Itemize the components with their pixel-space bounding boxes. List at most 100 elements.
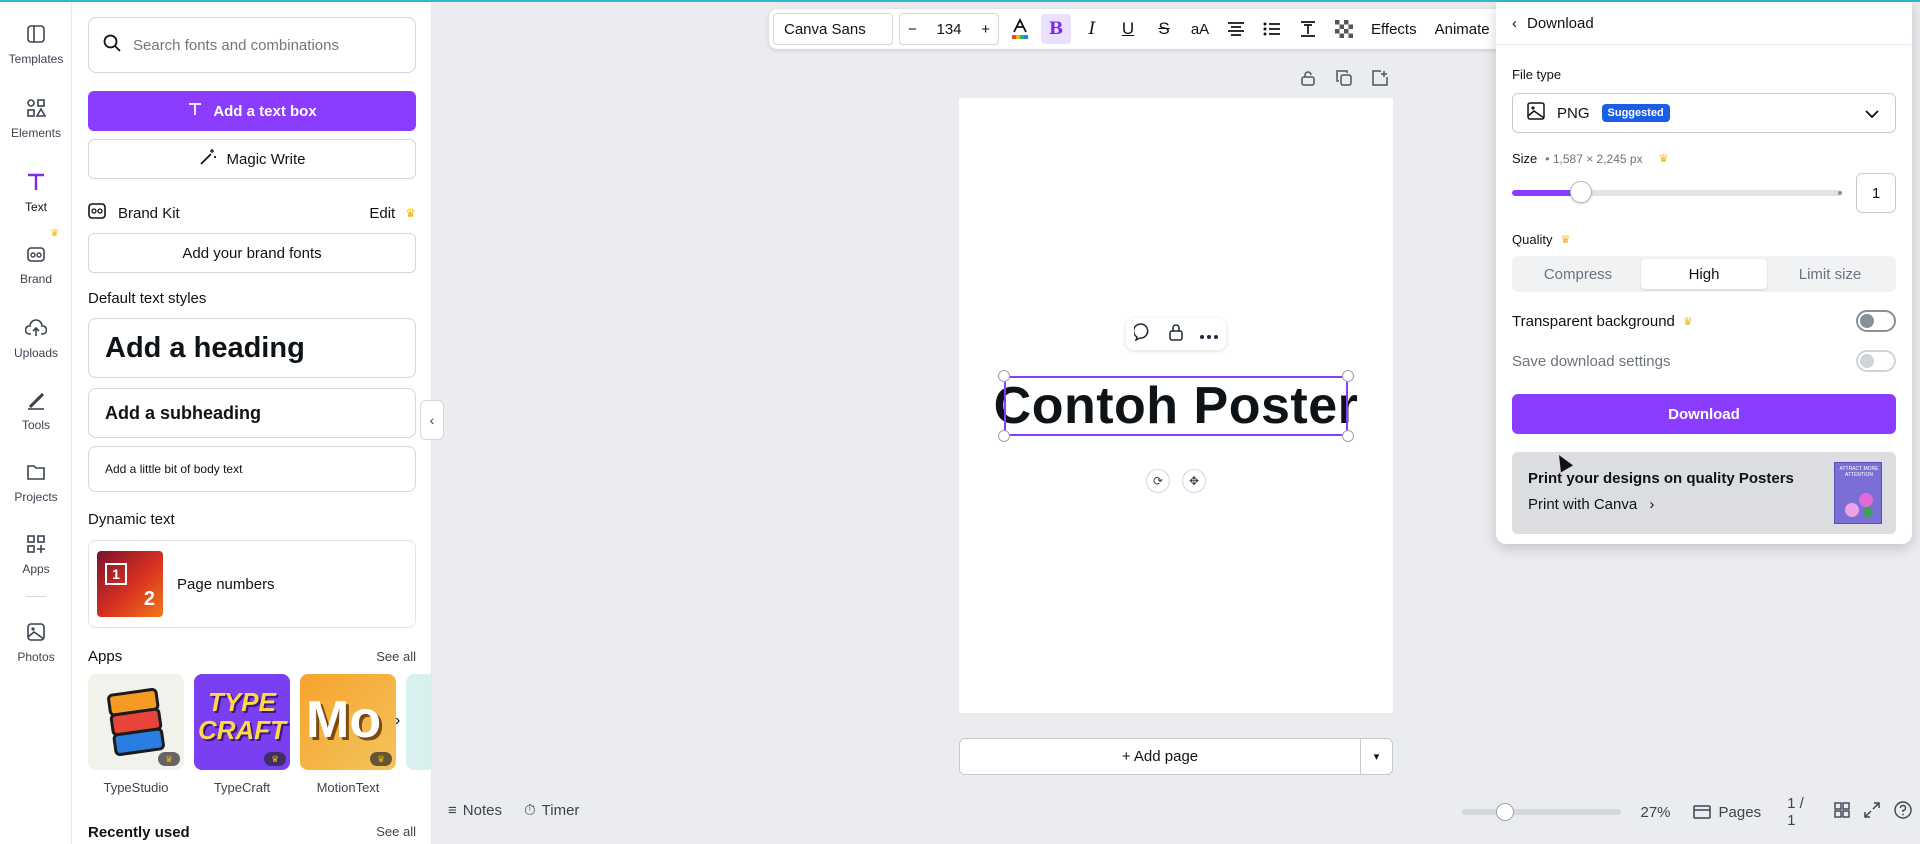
notes-icon: ≡ [448, 802, 457, 819]
notes-button[interactable]: ≡ Notes [448, 802, 502, 819]
timer-button[interactable]: ⏱ Timer [524, 802, 579, 819]
add-heading-button[interactable]: Add a heading [88, 318, 416, 378]
strikethrough-button[interactable]: S [1149, 14, 1179, 44]
more-options-icon[interactable] [1200, 326, 1218, 343]
brand-icon [24, 242, 48, 266]
rail-item-tools[interactable]: Tools [0, 388, 72, 452]
rail-item-projects[interactable]: Projects [0, 460, 72, 524]
resize-handle[interactable] [998, 430, 1010, 442]
chevron-left-icon: ‹ [429, 412, 435, 428]
quality-option-compress[interactable]: Compress [1515, 259, 1641, 289]
decrease-size-button[interactable]: − [908, 21, 917, 38]
rail-item-apps[interactable]: Apps [0, 532, 72, 596]
brand-kit-edit-link[interactable]: Edit [369, 205, 395, 222]
app-tile-typecraft[interactable]: TYPE CRAFT ♛ [194, 674, 290, 770]
italic-icon: I [1088, 19, 1096, 39]
underline-button[interactable]: U [1113, 14, 1143, 44]
text-color-icon [1012, 18, 1028, 39]
size-slider[interactable] [1512, 181, 1842, 203]
duplicate-page-icon[interactable] [1336, 70, 1352, 90]
rail-item-brand[interactable]: Brand [0, 242, 72, 306]
rail-item-elements[interactable]: Elements [0, 96, 72, 160]
add-page-button[interactable]: + Add page [959, 738, 1361, 775]
animate-button[interactable]: Animate [1429, 21, 1496, 38]
zoom-value[interactable]: 27% [1641, 804, 1671, 821]
add-subheading-button[interactable]: Add a subheading [88, 388, 416, 438]
search-input[interactable] [133, 36, 383, 54]
app-tile-motiontext[interactable]: Mo ♛ [300, 674, 396, 770]
chevron-down-icon: ▾ [1373, 751, 1380, 763]
add-brand-fonts-button[interactable]: Add your brand fonts [88, 233, 416, 273]
spacing-button[interactable] [1293, 14, 1323, 44]
text-panel: Add a text box Magic Write Brand Kit Edi… [72, 2, 432, 844]
left-rail: Templates Elements Text Brand ♛ Uploads … [0, 2, 72, 844]
text-color-button[interactable] [1005, 14, 1035, 44]
size-slider-thumb[interactable] [1570, 181, 1592, 203]
magic-write-button[interactable]: Magic Write [88, 139, 416, 179]
font-size-value[interactable]: 134 [936, 21, 961, 38]
dynamic-text-title: Dynamic text [88, 511, 175, 528]
resize-handle[interactable] [1342, 430, 1354, 442]
print-with-canva-link[interactable]: Print with Canva › [1528, 496, 1654, 513]
page-numbers-card[interactable]: 1 2 Page numbers [88, 540, 416, 628]
effects-button[interactable]: Effects [1365, 21, 1423, 38]
quality-option-high[interactable]: High [1641, 259, 1767, 289]
flower-shape [1859, 493, 1873, 507]
italic-button[interactable]: I [1077, 14, 1107, 44]
pages-label: Pages [1718, 803, 1762, 821]
size-input[interactable]: 1 [1856, 173, 1896, 213]
rail-item-text[interactable]: Text [0, 170, 72, 234]
recently-see-all-link[interactable]: See all [376, 824, 416, 841]
letter-case-button[interactable]: aA [1185, 14, 1215, 44]
rotate-handle[interactable]: ⟳ [1146, 469, 1170, 493]
add-body-text-button[interactable]: Add a little bit of body text [88, 446, 416, 492]
resize-handle[interactable] [998, 370, 1010, 382]
page-actions [1300, 70, 1388, 90]
grid-view-icon[interactable] [1834, 802, 1850, 822]
crown-icon: ♛ [264, 752, 286, 766]
add-text-box-button[interactable]: Add a text box [88, 91, 416, 131]
resize-handle[interactable] [1342, 370, 1354, 382]
collapse-panel-button[interactable]: ‹ [420, 400, 444, 440]
chevron-right-icon[interactable]: › [395, 712, 400, 730]
bold-button[interactable]: B [1041, 14, 1071, 44]
transparency-button[interactable] [1329, 14, 1359, 44]
alignment-button[interactable] [1221, 14, 1251, 44]
rail-item-templates[interactable]: Templates [0, 22, 72, 86]
add-page-icon[interactable] [1372, 70, 1388, 90]
quality-option-limit-size[interactable]: Limit size [1767, 259, 1893, 289]
page-numbers-thumbnail: 1 2 [97, 551, 163, 617]
help-icon[interactable] [1894, 801, 1912, 823]
zoom-slider-thumb[interactable] [1496, 803, 1514, 821]
transparent-bg-toggle[interactable] [1856, 310, 1896, 332]
add-page-dropdown[interactable]: ▾ [1360, 738, 1393, 775]
list-button[interactable] [1257, 14, 1287, 44]
download-header[interactable]: ‹ Download [1512, 15, 1594, 32]
rail-item-uploads[interactable]: Uploads [0, 316, 72, 380]
search-box[interactable] [88, 17, 416, 73]
save-settings-row: Save download settings [1512, 350, 1896, 372]
page-count: 1 / 1 [1787, 795, 1804, 829]
file-type-dropdown[interactable]: PNG Suggested [1512, 93, 1896, 133]
crown-icon: ♛ [1682, 315, 1693, 328]
lock-icon[interactable] [1300, 70, 1316, 90]
move-handle[interactable]: ✥ [1182, 469, 1206, 493]
templates-icon [24, 22, 48, 46]
download-button[interactable]: Download [1512, 394, 1896, 434]
comment-icon[interactable] [1132, 323, 1152, 345]
app-tile-typestudio[interactable]: ♛ [88, 674, 184, 770]
apps-see-all-link[interactable]: See all [376, 649, 416, 664]
fullscreen-icon[interactable] [1864, 802, 1880, 822]
increase-size-button[interactable]: + [981, 21, 990, 38]
pages-button[interactable]: Pages [1692, 803, 1762, 821]
back-chevron-icon[interactable]: ‹ [1512, 15, 1517, 32]
rail-item-photos[interactable]: Photos [0, 620, 72, 684]
crown-icon: ♛ [1560, 234, 1571, 246]
font-family-dropdown[interactable]: Canva Sans [773, 13, 893, 45]
rail-label: Tools [21, 418, 50, 432]
save-settings-toggle[interactable] [1856, 350, 1896, 372]
rail-label: Text [24, 200, 47, 214]
zoom-slider[interactable] [1462, 803, 1621, 821]
lock-icon[interactable] [1168, 323, 1184, 345]
app-tile-partial[interactable] [406, 674, 431, 770]
